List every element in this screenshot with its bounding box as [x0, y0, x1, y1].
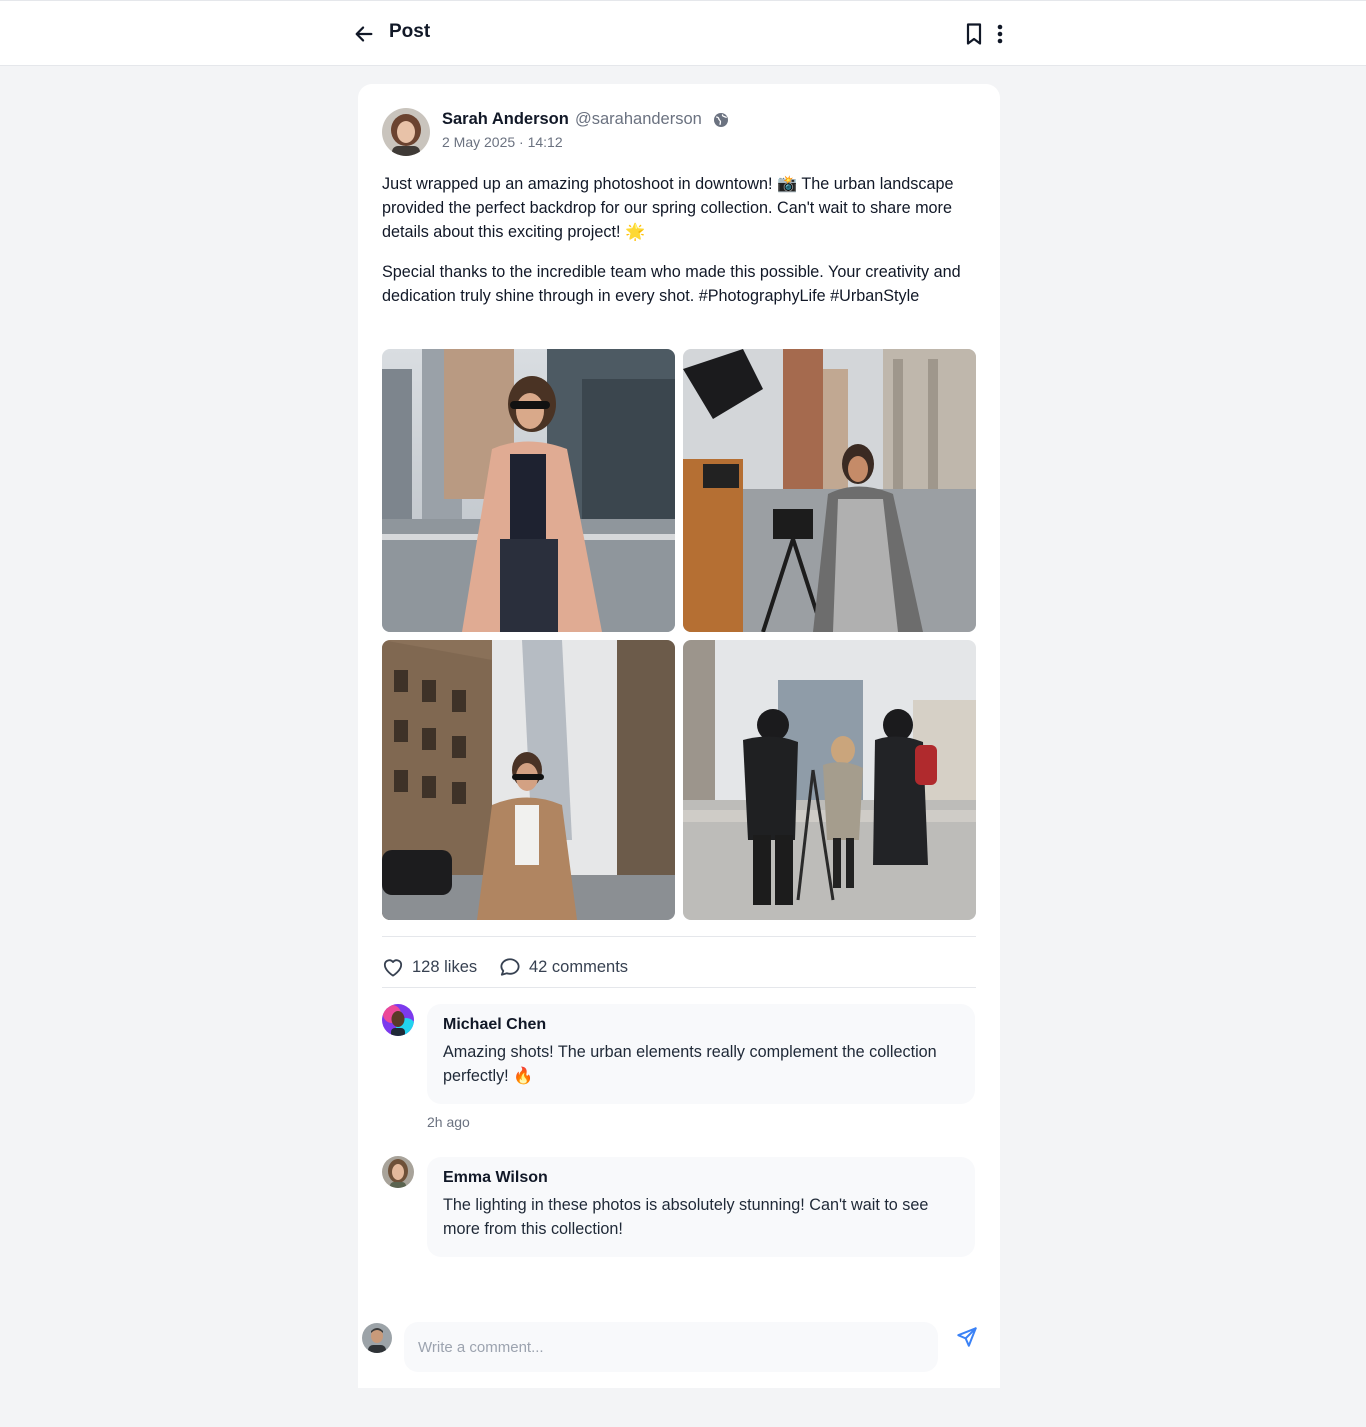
author-name[interactable]: Sarah Anderson — [442, 110, 569, 129]
post-timestamp: 2 May 2025 · 14:12 — [442, 134, 563, 150]
stats-divider-bottom — [382, 987, 976, 988]
post-paragraph: Special thanks to the incredible team wh… — [382, 263, 961, 305]
comment-avatar[interactable] — [382, 1004, 414, 1036]
post-card: Sarah Anderson @sarahanderson 2 May 2025… — [358, 84, 1000, 1388]
more-vertical-icon — [997, 24, 1003, 44]
post-paragraph: Just wrapped up an amazing photoshoot in… — [382, 175, 954, 241]
post-photo-1[interactable] — [382, 349, 675, 632]
arrow-left-icon — [355, 26, 373, 42]
post-body: Just wrapped up an amazing photoshoot in… — [382, 172, 980, 308]
comment-text: The lighting in these photos is absolute… — [443, 1196, 929, 1238]
post-photo-3[interactable] — [382, 640, 675, 920]
post-photo-2[interactable] — [683, 349, 976, 632]
back-button[interactable] — [350, 20, 378, 48]
comment-text: Amazing shots! The urban elements really… — [443, 1043, 937, 1085]
author-handle[interactable]: @sarahanderson — [575, 110, 702, 129]
like-button[interactable]: 128 likes — [382, 956, 477, 978]
send-icon — [957, 1327, 977, 1347]
author-avatar[interactable] — [382, 108, 430, 156]
top-bar: Post — [0, 0, 1366, 66]
comment-bubble: Michael Chen Amazing shots! The urban el… — [427, 1004, 975, 1104]
comments-count: 42 comments — [529, 957, 629, 976]
comment-author[interactable]: Emma Wilson — [443, 1169, 959, 1187]
more-options-button[interactable] — [990, 20, 1010, 48]
bookmark-icon — [966, 23, 982, 45]
send-comment-button[interactable] — [953, 1323, 981, 1351]
comments-button[interactable]: 42 comments — [499, 956, 628, 978]
heart-icon — [383, 959, 403, 977]
globe-icon — [714, 113, 728, 127]
comment-bubble: Emma Wilson The lighting in these photos… — [427, 1157, 975, 1257]
stats-divider-top — [382, 936, 976, 937]
comment-author[interactable]: Michael Chen — [443, 1016, 959, 1034]
comment-timestamp: 2h ago — [427, 1114, 470, 1130]
comment-input[interactable] — [404, 1322, 938, 1372]
bookmark-button[interactable] — [961, 20, 987, 48]
likes-count: 128 likes — [412, 957, 478, 976]
current-user-avatar — [362, 1323, 392, 1353]
post-photo-4[interactable] — [683, 640, 976, 920]
comment-avatar[interactable] — [382, 1156, 414, 1188]
page-title: Post — [389, 21, 431, 42]
comment-icon — [500, 958, 520, 976]
